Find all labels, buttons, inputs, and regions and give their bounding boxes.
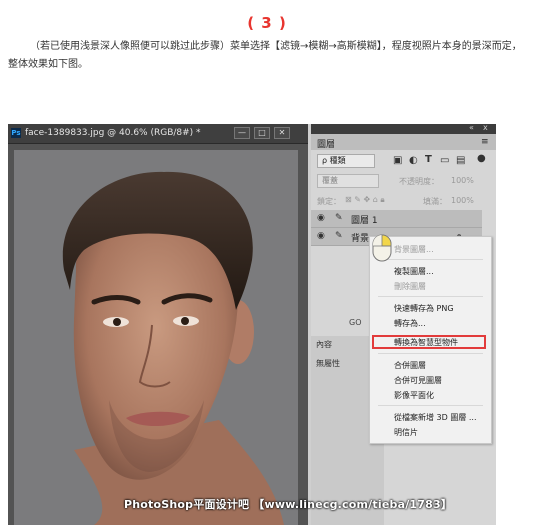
brush-icon: ✎: [335, 213, 343, 223]
document-tab[interactable]: Ps face-1389833.jpg @ 40.6% (RGB/8#) * —…: [8, 124, 308, 144]
layer-name: 圖層 1: [351, 216, 378, 226]
brush-icon: ✎: [335, 231, 343, 241]
layer-context-menu: 背景圖層... 複製圖層... 刪除圖層 快速轉存為 PNG 轉存為... 轉換…: [369, 236, 492, 444]
intro-text: （若已使用浅景深人像照便可以跳过此步骤）菜单选择【滤镜→模糊→高斯模糊】，程度视…: [8, 41, 522, 70]
visibility-eye-icon[interactable]: ◉: [317, 231, 325, 241]
menu-item-new-3d-layer[interactable]: 從檔案新增 3D 圖層 ...: [394, 412, 477, 423]
visibility-eye-icon[interactable]: ◉: [317, 213, 325, 223]
panel-close-icon[interactable]: x: [483, 123, 488, 132]
menu-item-postcard[interactable]: 明信片: [394, 427, 418, 438]
lock-label: 鎖定：: [317, 197, 341, 206]
fill-value[interactable]: 100%: [451, 196, 474, 205]
layers-tab[interactable]: 圖層 ≡: [311, 134, 496, 150]
menu-item-export-as[interactable]: 轉存為...: [394, 318, 426, 329]
menu-item-merge-layers[interactable]: 合併圖層: [394, 360, 426, 371]
panel-menu-icon[interactable]: ≡: [481, 137, 489, 147]
menu-item-quick-export-png[interactable]: 快速轉存為 PNG: [394, 303, 454, 314]
portrait-photo: [14, 150, 298, 525]
smart-object-filter-icon[interactable]: ▤: [456, 155, 465, 166]
step-number: ( 3 ): [247, 14, 287, 32]
document-window: Ps face-1389833.jpg @ 40.6% (RGB/8#) * —…: [8, 124, 308, 525]
opacity-value[interactable]: 100%: [451, 176, 474, 185]
close-button[interactable]: ✕: [274, 127, 290, 139]
blend-row: 覆蓋 不透明度： 100%: [311, 174, 496, 190]
shape-filter-icon[interactable]: ▭: [440, 155, 449, 166]
image-filter-icon[interactable]: ▣: [393, 155, 402, 166]
menu-item-merge-visible[interactable]: 合併可見圖層: [394, 375, 442, 386]
adjustment-filter-icon[interactable]: ◐: [409, 155, 418, 166]
filter-toggle-icon[interactable]: ●: [477, 153, 486, 164]
kind-filter-select[interactable]: ρ 種類: [317, 154, 375, 168]
filter-row: ρ 種類 ▣ ◐ T ▭ ▤ ●: [311, 153, 496, 170]
document-title: face-1389833.jpg @ 40.6% (RGB/8#) *: [25, 128, 201, 138]
menu-item-convert-to-smart-object[interactable]: 轉換為智慧型物件: [394, 337, 458, 348]
properties-tab[interactable]: 內容: [316, 339, 332, 350]
link-layers-icon[interactable]: GO: [349, 318, 362, 327]
type-filter-icon[interactable]: T: [425, 154, 432, 165]
menu-item-duplicate-layer[interactable]: 複製圖層...: [394, 266, 434, 277]
menu-divider: [378, 405, 483, 406]
photoshop-logo-icon: Ps: [11, 128, 21, 138]
menu-divider: [378, 296, 483, 297]
image-canvas[interactable]: [14, 150, 298, 525]
collapse-icon[interactable]: «: [469, 123, 474, 132]
layer-row[interactable]: ◉ ✎ 圖層 1: [311, 210, 482, 228]
layer-name: 背景: [351, 234, 370, 244]
fill-label: 填滿：: [423, 197, 447, 206]
watermark: PhotoShop平面设计吧 【www.linecg.com/tieba/178…: [124, 498, 453, 511]
restore-button[interactable]: □: [254, 127, 270, 139]
menu-item-flatten-image[interactable]: 影像平面化: [394, 390, 434, 401]
menu-item-background-layer[interactable]: 背景圖層...: [394, 244, 434, 255]
minimize-button[interactable]: —: [234, 127, 250, 139]
opacity-label: 不透明度：: [399, 177, 439, 186]
properties-value: 無屬性: [316, 359, 340, 368]
menu-divider: [378, 353, 483, 354]
layers-tab-label: 圖層: [317, 140, 336, 150]
lock-row: 鎖定： ⊠ ✎ ✥ ⌂ 🔒︎ 填滿： 100%: [311, 194, 496, 210]
blend-mode-select[interactable]: 覆蓋: [317, 174, 379, 188]
mouse-right-click-icon: [372, 234, 392, 262]
menu-item-delete-layer[interactable]: 刪除圖層: [394, 281, 426, 292]
menu-divider: [378, 259, 483, 260]
lock-pixels-icon[interactable]: ⊠ ✎ ✥ ⌂ 🔒︎: [345, 195, 385, 205]
panel-header-bar: « x: [311, 123, 496, 134]
